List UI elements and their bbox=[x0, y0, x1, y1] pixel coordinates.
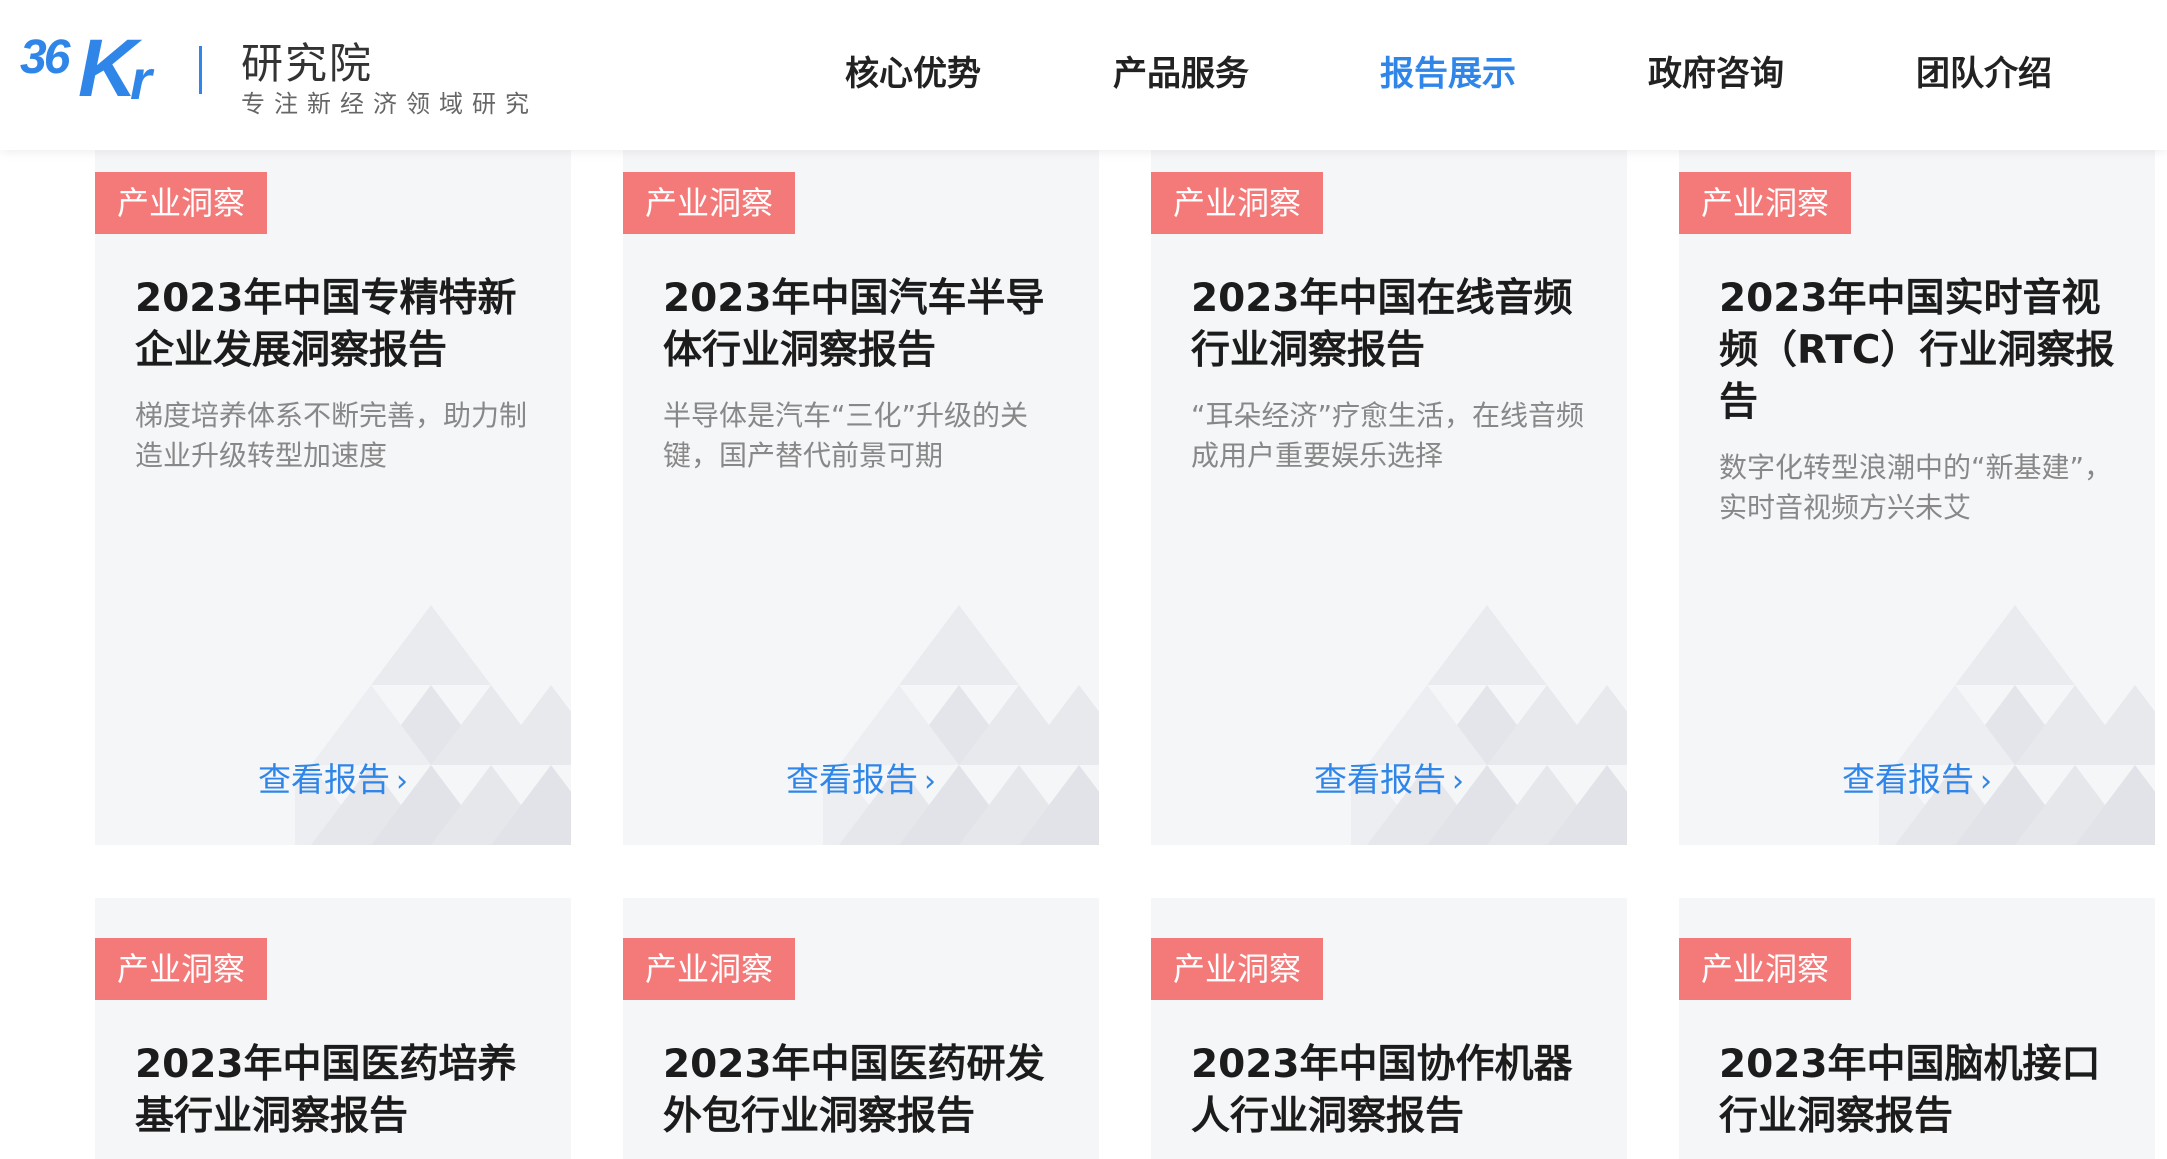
category-tag: 产业洞察 bbox=[1679, 938, 1851, 1000]
report-card[interactable]: 产业洞察 2023年中国协作机器人行业洞察报告 bbox=[1151, 898, 1627, 1159]
triangle-pattern-decoration bbox=[295, 605, 571, 845]
report-title: 2023年中国脑机接口行业洞察报告 bbox=[1719, 1042, 2101, 1139]
report-title: 2023年中国医药培养基行业洞察报告 bbox=[135, 1042, 517, 1139]
chevron-right-icon: › bbox=[1452, 764, 1464, 799]
report-card[interactable]: 产业洞察 2023年中国脑机接口行业洞察报告 bbox=[1679, 898, 2155, 1159]
report-title: 2023年中国在线音频行业洞察报告 bbox=[1191, 276, 1573, 373]
report-card[interactable]: 产业洞察 2023年中国在线音频行业洞察报告 “耳朵经济”疗愈生活，在线音频成用… bbox=[1151, 150, 1627, 845]
nav-item-products[interactable]: 产品服务 bbox=[1113, 46, 1249, 95]
chevron-right-icon: › bbox=[924, 764, 936, 799]
36kr-logo[interactable]: 36 K r bbox=[20, 22, 165, 112]
logo-36: 36 bbox=[20, 31, 70, 84]
report-description: “耳朵经济”疗愈生活，在线音频成用户重要娱乐选择 bbox=[1191, 399, 1585, 472]
report-title: 2023年中国医药研发外包行业洞察报告 bbox=[663, 1042, 1045, 1139]
category-tag: 产业洞察 bbox=[95, 172, 267, 234]
triangle-pattern-decoration bbox=[1879, 605, 2155, 845]
category-tag: 产业洞察 bbox=[1151, 938, 1323, 1000]
nav-item-core-advantages[interactable]: 核心优势 bbox=[845, 46, 981, 95]
category-tag: 产业洞察 bbox=[1679, 172, 1851, 234]
report-title: 2023年中国汽车半导体行业洞察报告 bbox=[663, 276, 1045, 373]
logo-r: r bbox=[130, 48, 152, 111]
main-nav: 核心优势 产品服务 报告展示 政府咨询 团队介绍 bbox=[800, 46, 2100, 96]
category-tag: 产业洞察 bbox=[623, 172, 795, 234]
brand-tagline: 专注新经济领域研究 bbox=[241, 90, 538, 118]
view-report-link[interactable]: 查看报告 › bbox=[1151, 753, 1627, 801]
report-title: 2023年中国实时音视频（RTC）行业洞察报告 bbox=[1719, 276, 2115, 425]
view-report-link[interactable]: 查看报告 › bbox=[623, 753, 1099, 801]
logo-k: K bbox=[78, 23, 138, 114]
report-description: 梯度培养体系不断完善，助力制造业升级转型加速度 bbox=[135, 399, 528, 472]
view-report-link[interactable]: 查看报告 › bbox=[1679, 753, 2155, 801]
brand-name: 研究院 bbox=[241, 39, 374, 88]
view-report-label: 查看报告 bbox=[1314, 760, 1446, 799]
triangle-pattern-decoration bbox=[1351, 605, 1627, 845]
site-header: 36 K r 研究院 专注新经济领域研究 核心优势 产品服务 报告展示 政府咨询… bbox=[0, 0, 2167, 150]
report-card[interactable]: 产业洞察 2023年中国专精特新企业发展洞察报告 梯度培养体系不断完善，助力制造… bbox=[95, 150, 571, 845]
report-card[interactable]: 产业洞察 2023年中国实时音视频（RTC）行业洞察报告 数字化转型浪潮中的“新… bbox=[1679, 150, 2155, 845]
nav-item-gov-consulting[interactable]: 政府咨询 bbox=[1648, 46, 1784, 95]
triangle-pattern-decoration bbox=[823, 605, 1099, 845]
view-report-link[interactable]: 查看报告 › bbox=[95, 753, 571, 801]
category-tag: 产业洞察 bbox=[623, 938, 795, 1000]
view-report-label: 查看报告 bbox=[258, 760, 390, 799]
report-card[interactable]: 产业洞察 2023年中国汽车半导体行业洞察报告 半导体是汽车“三化”升级的关键，… bbox=[623, 150, 1099, 845]
report-card[interactable]: 产业洞察 2023年中国医药研发外包行业洞察报告 bbox=[623, 898, 1099, 1159]
chevron-right-icon: › bbox=[396, 764, 408, 799]
view-report-label: 查看报告 bbox=[1842, 760, 1974, 799]
report-description: 半导体是汽车“三化”升级的关键，国产替代前景可期 bbox=[663, 399, 1029, 472]
category-tag: 产业洞察 bbox=[95, 938, 267, 1000]
view-report-label: 查看报告 bbox=[786, 760, 918, 799]
chevron-right-icon: › bbox=[1980, 764, 1992, 799]
report-card[interactable]: 产业洞察 2023年中国医药培养基行业洞察报告 bbox=[95, 898, 571, 1159]
report-description: 数字化转型浪潮中的“新基建”，实时音视频方兴未艾 bbox=[1719, 451, 2113, 524]
nav-item-team[interactable]: 团队介绍 bbox=[1916, 46, 2052, 95]
nav-item-reports[interactable]: 报告展示 bbox=[1380, 46, 1516, 95]
category-tag: 产业洞察 bbox=[1151, 172, 1323, 234]
logo-divider bbox=[199, 46, 202, 94]
report-title: 2023年中国协作机器人行业洞察报告 bbox=[1191, 1042, 1573, 1139]
report-title: 2023年中国专精特新企业发展洞察报告 bbox=[135, 276, 517, 373]
